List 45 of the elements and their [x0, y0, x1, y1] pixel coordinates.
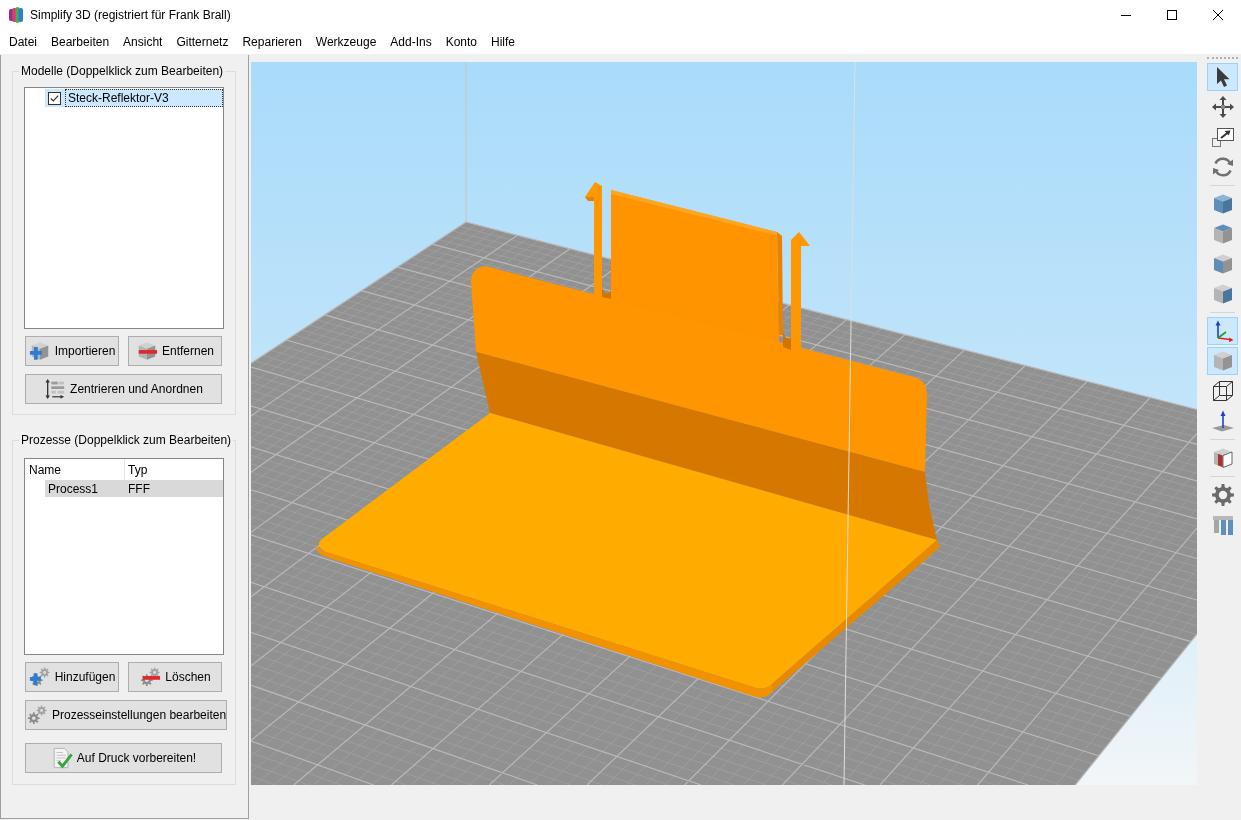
- gears-icon: [26, 704, 48, 726]
- panel-button[interactable]: Löschen: [128, 662, 222, 692]
- group-box-title: Prozesse (Doppelklick zum Bearbeiten): [20, 433, 233, 447]
- window-title: Simplify 3D (registriert für Frank Brall): [30, 8, 231, 22]
- toolbar-button[interactable]: [1207, 63, 1238, 91]
- app-logo-icon: [9, 7, 23, 23]
- process-row[interactable]: Process1 FFF: [45, 480, 223, 497]
- panel-button[interactable]: Entfernen: [128, 336, 222, 366]
- 3d-printed-part-model[interactable]: [315, 182, 940, 698]
- menu-item[interactable]: Werkzeuge: [308, 32, 384, 52]
- panel-button[interactable]: Hinzufügen: [25, 662, 119, 692]
- gears-minus-icon: [139, 666, 162, 688]
- maximize-icon: [1167, 10, 1177, 20]
- panel-button[interactable]: Importieren: [25, 336, 119, 366]
- menu-item[interactable]: Add-Ins: [383, 32, 439, 52]
- arrow-on-plane-icon: [1210, 409, 1235, 433]
- table-cell-text: FFF: [127, 481, 151, 496]
- move-arrows-icon: [1210, 95, 1235, 119]
- gears-plus-icon: [28, 666, 51, 688]
- checkbox[interactable]: [48, 91, 61, 105]
- rotate-icon: [1210, 155, 1235, 179]
- settings-icon: [1210, 483, 1235, 507]
- scale-icon: [1210, 125, 1235, 149]
- support-columns-icon: [1210, 513, 1235, 537]
- wireframe-cube-icon: [1210, 379, 1235, 403]
- group-box-title: Modelle (Doppelklick zum Bearbeiten): [20, 64, 225, 78]
- menu-item[interactable]: Gitternetz: [169, 32, 236, 52]
- menu-item[interactable]: Konto: [438, 32, 485, 52]
- menu-item[interactable]: Reparieren: [235, 32, 309, 52]
- toolbar-grip-handle[interactable]: [1207, 57, 1238, 60]
- column-header[interactable]: Typ: [125, 459, 223, 480]
- sort-lines-icon: [44, 378, 67, 400]
- minimize-icon: [1121, 14, 1131, 16]
- menu-item[interactable]: Ansicht: [116, 32, 170, 52]
- menu-item[interactable]: Datei: [2, 32, 44, 52]
- 3d-view-panel[interactable]: [251, 62, 1197, 785]
- close-icon: [1213, 10, 1223, 20]
- menu-item[interactable]: Hilfe: [484, 32, 523, 52]
- model-list-item[interactable]: Steck-Reflektor-V3: [45, 89, 223, 107]
- panel-button[interactable]: Auf Druck vorbereiten!: [25, 743, 222, 773]
- table-cell-text: Process1: [47, 481, 100, 496]
- cube-plus-icon: [28, 340, 51, 362]
- menu-item[interactable]: Bearbeiten: [44, 32, 117, 52]
- panel-button[interactable]: Zentrieren und Anordnen: [25, 374, 222, 404]
- panel-button[interactable]: Prozesseinstellungen bearbeiten: [25, 700, 228, 730]
